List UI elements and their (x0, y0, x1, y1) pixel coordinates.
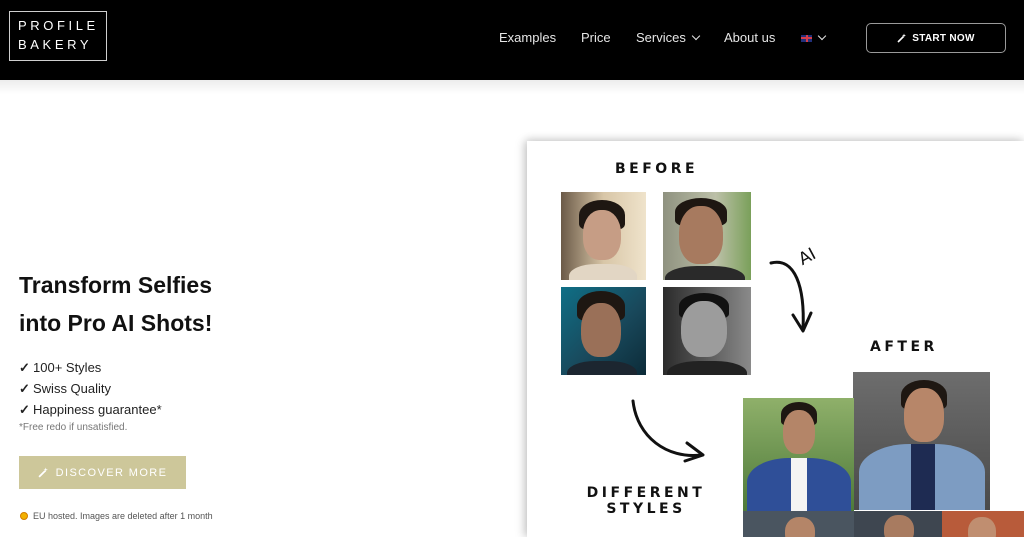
after-label: AFTER (870, 339, 938, 355)
after-photo (743, 398, 854, 511)
after-photo (854, 511, 942, 537)
eu-star-icon (20, 512, 28, 520)
nav-link-services-label: Services (636, 30, 686, 45)
magic-wand-icon (38, 467, 48, 478)
before-after-showcase: BEFORE AI AFTER DIFFERENT STYLES (527, 141, 1024, 537)
before-photo (663, 287, 751, 375)
start-now-button[interactable]: START NOW (866, 23, 1006, 53)
different-styles-label: DIFFERENT STYLES (586, 485, 706, 517)
eu-hosting-text: EU hosted. Images are deleted after 1 mo… (33, 511, 213, 521)
brand-logo-line2: BAKERY (18, 37, 93, 52)
hero-title: Transform Selfies into Pro AI Shots! (19, 266, 319, 342)
hero-title-line1: Transform Selfies (19, 272, 213, 298)
before-photo (561, 287, 646, 375)
styles-arrow-icon (631, 399, 705, 463)
after-photo (942, 511, 1024, 537)
top-navbar: PROFILE BAKERY Examples Price Services A… (0, 0, 1024, 80)
feature-item: ✓ Swiss Quality (19, 378, 162, 399)
guarantee-note: *Free redo if unsatisfied. (19, 422, 128, 433)
after-photo (743, 511, 854, 537)
nav-link-examples[interactable]: Examples (499, 30, 556, 46)
nav-link-services[interactable]: Services (636, 30, 701, 46)
feature-list: ✓ 100+ Styles ✓ Swiss Quality ✓ Happiness g… (19, 357, 162, 420)
brand-logo[interactable]: PROFILE BAKERY (9, 11, 107, 61)
after-photo (853, 372, 990, 510)
feature-label: 100+ Styles (33, 360, 102, 375)
nav-link-price[interactable]: Price (581, 30, 611, 46)
feature-item: ✓ 100+ Styles (19, 357, 162, 378)
chevron-down-icon (691, 31, 701, 41)
feature-label: Swiss Quality (33, 381, 112, 396)
check-icon: ✓ (19, 360, 30, 375)
language-selector[interactable] (801, 30, 827, 46)
feature-label: Happiness guarantee* (33, 402, 162, 417)
before-photo (663, 192, 751, 280)
check-icon: ✓ (19, 381, 30, 396)
eu-hosting-note: EU hosted. Images are deleted after 1 mo… (20, 511, 213, 521)
brand-logo-line1: PROFILE (18, 18, 99, 33)
different-styles-line2: STYLES (606, 501, 686, 517)
header-shadow (0, 80, 1024, 94)
hero-title-line2: into Pro AI Shots! (19, 310, 213, 336)
nav-link-about[interactable]: About us (724, 30, 775, 46)
discover-more-label: DISCOVER MORE (55, 466, 168, 479)
magic-wand-icon (897, 33, 907, 43)
before-photo (561, 192, 646, 280)
different-styles-line1: DIFFERENT (586, 485, 706, 501)
check-icon: ✓ (19, 402, 30, 417)
start-now-label: START NOW (912, 32, 975, 44)
feature-item: ✓ Happiness guarantee* (19, 399, 162, 420)
before-label: BEFORE (615, 161, 699, 177)
discover-more-button[interactable]: DISCOVER MORE (19, 456, 186, 489)
uk-flag-icon (801, 34, 812, 42)
chevron-down-icon (817, 31, 827, 41)
